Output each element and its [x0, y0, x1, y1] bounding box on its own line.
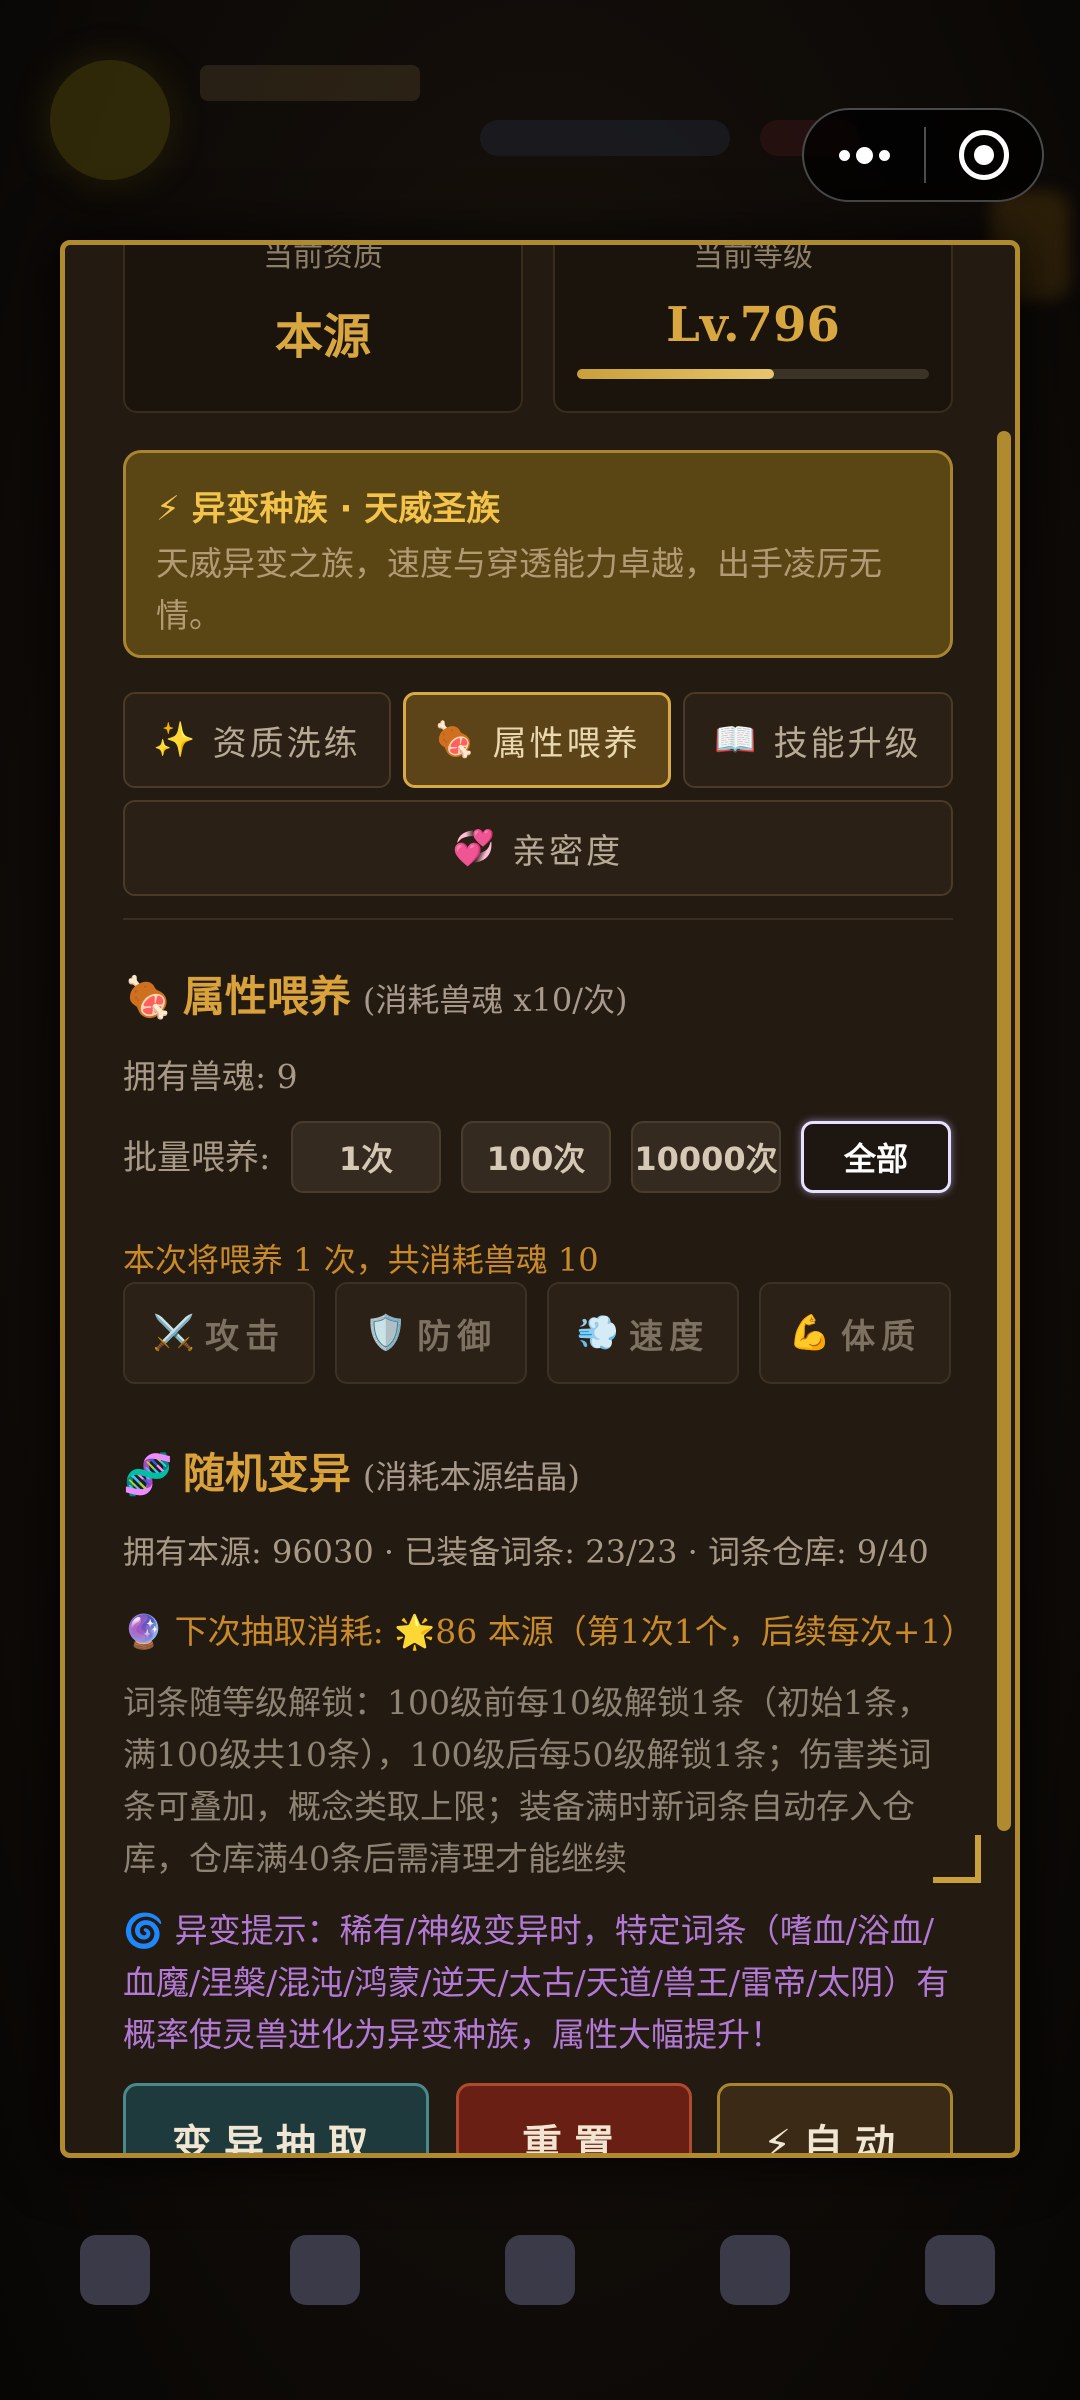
mutation-hint-text: 🌀 异变提示：稀有/神级变异时，特定词条（嗜血/浴血/血魔/涅槃/混沌/鸿蒙/逆… — [123, 1911, 950, 2054]
mutation-race-description: 天威异变之族，速度与穿透能力卓越，出手凌厉无情。 — [156, 544, 882, 635]
batch-1-button[interactable]: 1次 — [291, 1121, 441, 1193]
mutation-race-box: ⚡ 异变种族 · 天威圣族 天威异变之族，速度与穿透能力卓越，出手凌厉无情。 — [123, 450, 953, 658]
tab-label: 亲密度 — [512, 831, 624, 872]
feed-summary: 本次将喂养 1 次，共消耗兽魂 10 — [123, 1241, 599, 1279]
mutate-status: 拥有本源: 96030 · 已装备词条: 23/23 · 词条仓库: 9/40 — [123, 1533, 929, 1571]
pet-cultivation-modal: 当前资质 本源 当前等级 Lv.796 ⚡ 异变种族 · 天威圣族 天威异变之族… — [60, 240, 1020, 2158]
background-tab-icon — [505, 2235, 575, 2305]
attr-label: 体质 — [841, 1316, 922, 1357]
swords-icon: ⚔️ — [152, 1313, 196, 1353]
attr-label: 防御 — [417, 1316, 498, 1357]
tab-attribute-feed[interactable]: 🍖 属性喂养 — [403, 692, 671, 788]
avatar — [50, 60, 170, 180]
mutate-subtitle: (消耗本源结晶) — [362, 1458, 580, 1496]
more-dots-icon — [855, 146, 873, 164]
corner-decoration — [933, 1835, 981, 1883]
more-dots-icon — [878, 149, 890, 161]
shield-icon: 🛡️ — [364, 1313, 408, 1353]
mutate-title: 随机变异 — [182, 1449, 351, 1498]
batch-10000-button[interactable]: 10000次 — [631, 1121, 781, 1193]
background-tab-icon — [925, 2235, 995, 2305]
tab-label: 技能升级 — [773, 723, 922, 764]
tab-aptitude-refine[interactable]: ✨ 资质洗练 — [123, 692, 391, 788]
muscle-icon: 💪 — [788, 1313, 832, 1353]
target-icon — [959, 130, 1009, 180]
background-title — [200, 65, 420, 101]
batch-100-button[interactable]: 100次 — [461, 1121, 611, 1193]
owned-beast-soul: 拥有兽魂: 9 — [123, 1057, 298, 1096]
auto-button[interactable]: ⚡自动 — [717, 2083, 953, 2153]
attr-label: 速度 — [629, 1316, 710, 1357]
feed-speed-button[interactable]: 💨 速度 — [547, 1282, 739, 1384]
dna-icon: 🧬 — [123, 1451, 173, 1498]
hearts-icon: 💞 — [452, 828, 499, 868]
background-tab-icon — [290, 2235, 360, 2305]
feed-constitution-button[interactable]: 💪 体质 — [759, 1282, 951, 1384]
section-divider — [123, 918, 953, 920]
level-value: Lv.796 — [666, 297, 840, 353]
mutate-draw-button[interactable]: 变异抽取 — [123, 2083, 429, 2153]
meat-icon: 🍖 — [123, 974, 173, 1021]
tab-label: 资质洗练 — [212, 723, 361, 764]
tab-skill-upgrade[interactable]: 📖 技能升级 — [683, 692, 953, 788]
feed-subtitle: (消耗兽魂 x10/次) — [362, 981, 628, 1019]
aptitude-label: 当前资质 — [263, 240, 383, 274]
attr-label: 攻击 — [205, 1316, 286, 1357]
level-card: 当前等级 Lv.796 — [553, 245, 953, 413]
aptitude-value: 本源 — [274, 309, 371, 365]
more-dots-icon — [838, 149, 850, 161]
feed-section-title: 🍖 属性喂养 (消耗兽魂 x10/次) — [123, 963, 628, 1024]
feed-title: 属性喂养 — [182, 972, 351, 1021]
mutation-race-title: ⚡ 异变种族 · 天威圣族 — [156, 489, 501, 529]
feed-attack-button[interactable]: ⚔️ 攻击 — [123, 1282, 315, 1384]
scrollbar[interactable] — [997, 431, 1011, 1831]
feed-defense-button[interactable]: 🛡️ 防御 — [335, 1282, 527, 1384]
close-miniprogram-button[interactable] — [926, 130, 1042, 180]
next-draw-cost: 🔮 下次抽取消耗: 🌟86 本源（第1次1个，后续每次+1） — [123, 1612, 975, 1651]
reset-button[interactable]: 重置 — [456, 2083, 692, 2153]
background-tab-icon — [720, 2235, 790, 2305]
background-tab-icon — [80, 2235, 150, 2305]
more-menu-button[interactable] — [804, 110, 924, 200]
tab-label: 属性喂养 — [492, 723, 641, 764]
level-label: 当前等级 — [693, 240, 813, 274]
meat-icon: 🍖 — [433, 720, 479, 760]
dash-icon: 💨 — [576, 1313, 620, 1353]
batch-all-button[interactable]: 全部 — [801, 1121, 951, 1193]
book-icon: 📖 — [714, 720, 760, 760]
batch-feed-label: 批量喂养: — [123, 1138, 271, 1178]
aptitude-card: 当前资质 本源 — [123, 245, 523, 413]
mutate-section-title: 🧬 随机变异 (消耗本源结晶) — [123, 1440, 580, 1501]
level-progress-bar — [577, 369, 929, 379]
affix-rules-text: 词条随等级解锁：100级前每10级解锁1条（初始1条，满100级共10条），10… — [123, 1683, 932, 1878]
sparkles-icon: ✨ — [153, 720, 199, 760]
tab-intimacy[interactable]: 💞 亲密度 — [123, 800, 953, 896]
miniprogram-capsule — [802, 108, 1044, 202]
background-pill — [480, 120, 730, 156]
level-progress-fill — [577, 369, 775, 379]
